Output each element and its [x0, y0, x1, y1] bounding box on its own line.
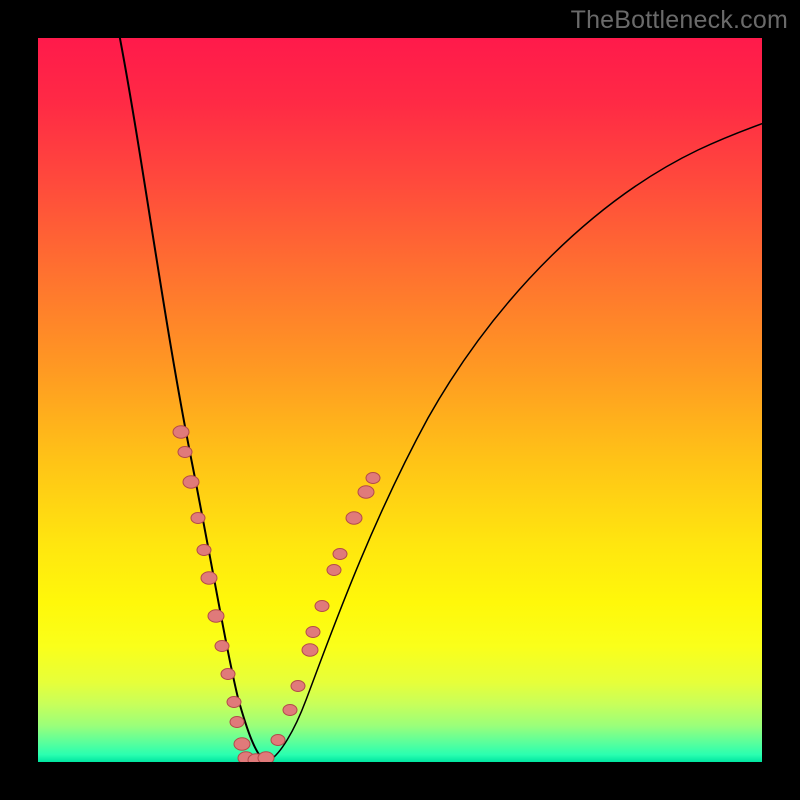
data-dot	[183, 476, 199, 488]
data-dot	[234, 738, 250, 750]
data-dot	[230, 717, 244, 728]
data-dot	[315, 601, 329, 612]
watermark-text: TheBottleneck.com	[571, 6, 788, 35]
data-dot	[208, 610, 224, 622]
data-dot	[271, 735, 285, 746]
curves-layer	[38, 38, 762, 762]
data-dot	[333, 549, 347, 560]
data-dot	[191, 513, 205, 524]
data-dot	[346, 512, 362, 524]
data-dot	[291, 681, 305, 692]
data-dot	[258, 752, 274, 762]
data-dot	[327, 565, 341, 576]
curve-right-branch	[270, 118, 762, 760]
data-dot	[197, 545, 211, 556]
data-dot	[306, 627, 320, 638]
data-dot	[178, 447, 192, 458]
plot-area	[38, 38, 762, 762]
curve-left-branch	[118, 38, 264, 760]
data-dot	[227, 697, 241, 708]
data-dot	[358, 486, 374, 498]
data-dot	[173, 426, 189, 438]
dots-left	[173, 426, 250, 750]
data-dot	[302, 644, 318, 656]
dots-valley	[238, 752, 274, 762]
chart-frame: TheBottleneck.com	[0, 0, 800, 800]
dots-right	[271, 473, 380, 746]
data-dot	[221, 669, 235, 680]
data-dot	[201, 572, 217, 584]
data-dot	[366, 473, 380, 484]
data-dot	[283, 705, 297, 716]
data-dot	[215, 641, 229, 652]
